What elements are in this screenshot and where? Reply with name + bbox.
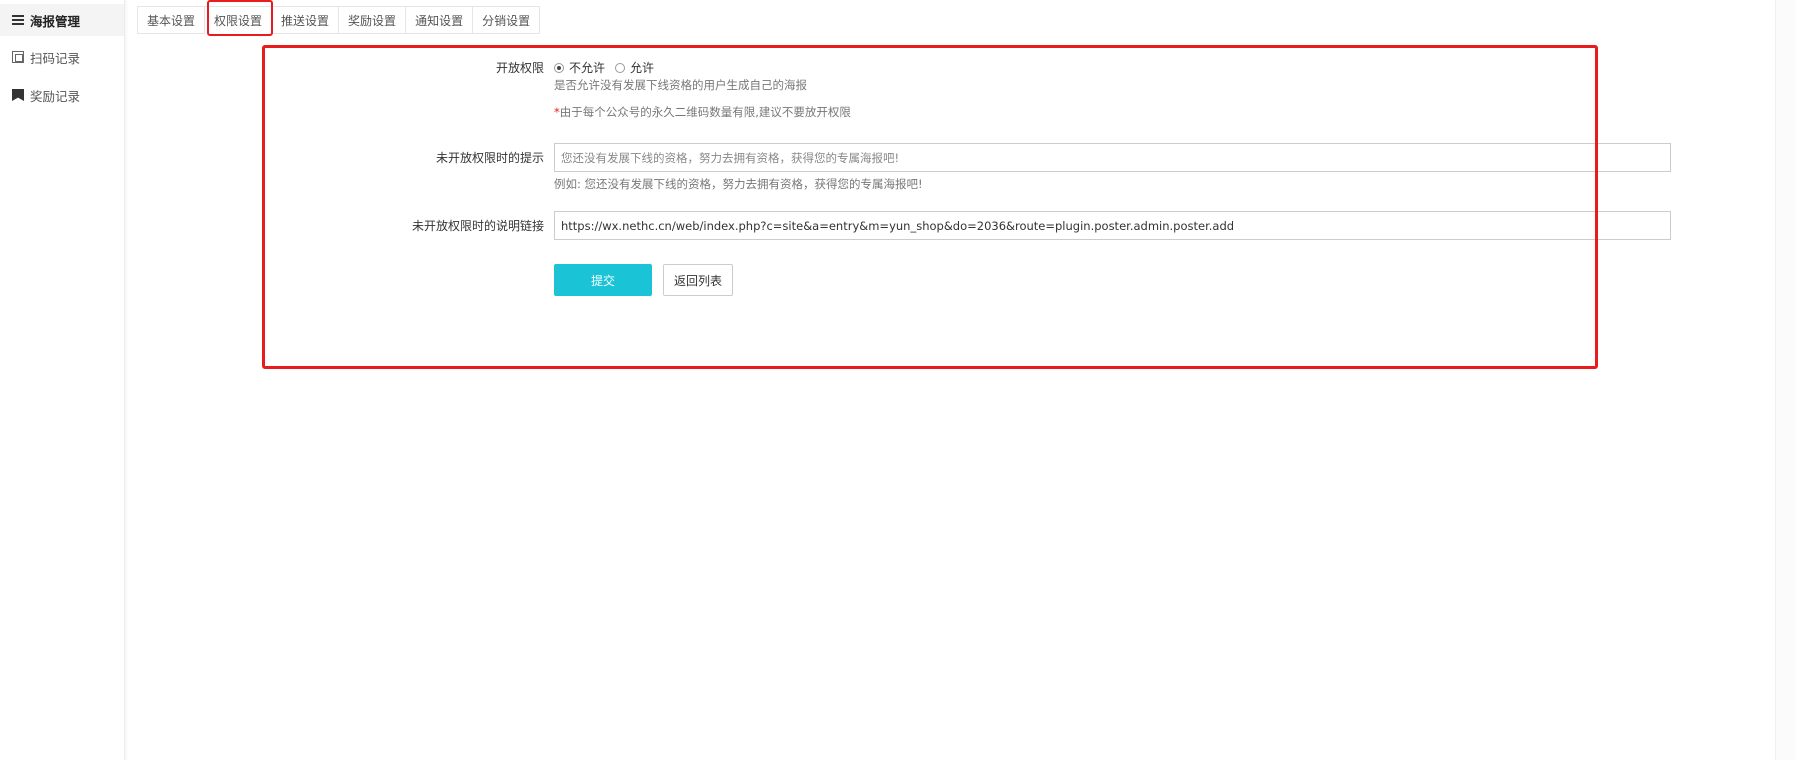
warning-text: 由于每个公众号的永久二维码数量有限,建议不要放开权限: [559, 105, 851, 119]
sidebar-item-label: 扫码记录: [30, 50, 81, 66]
sidebar-item-poster-management[interactable]: 海报管理: [0, 4, 124, 36]
radio-disallow-label: 不允许: [569, 61, 606, 75]
permission-label: 开放权限: [495, 61, 544, 75]
settings-tabs: 基本设置 权限设置 推送设置 奖励设置 通知设置 分销设置: [137, 6, 541, 34]
list-icon: [12, 14, 24, 26]
radio-allow-label: 允许: [630, 61, 655, 75]
radio-disallow-indicator[interactable]: [554, 62, 564, 73]
tip-input[interactable]: [554, 143, 1671, 172]
scrollbar[interactable]: [1775, 0, 1795, 760]
sidebar-item-scan-records[interactable]: 扫码记录: [0, 40, 124, 74]
permission-warning: *由于每个公众号的永久二维码数量有限,建议不要放开权限: [554, 104, 851, 120]
permission-help-text: 是否允许没有发展下线资格的用户生成自己的海报: [554, 78, 807, 92]
tip-help-text: 例如: 您还没有发展下线的资格，努力去拥有资格，获得您的专属海报吧!: [554, 177, 923, 191]
tab-push-settings[interactable]: 推送设置: [272, 6, 340, 34]
link-label: 未开放权限时的说明链接: [411, 219, 544, 233]
bookmark-icon: [12, 89, 24, 101]
sidebar-item-label: 海报管理: [30, 13, 81, 29]
radio-allow-indicator[interactable]: [615, 62, 626, 73]
tab-notification-settings[interactable]: 通知设置: [406, 6, 474, 34]
sidebar-item-label: 奖励记录: [30, 88, 81, 104]
tab-reward-settings[interactable]: 奖励设置: [339, 6, 407, 34]
sidebar-item-reward-records[interactable]: 奖励记录: [0, 78, 124, 112]
radio-allow[interactable]: 允许: [615, 59, 654, 76]
permission-radio-group: 不允许 允许: [554, 59, 664, 76]
submit-button[interactable]: 提交: [554, 264, 652, 296]
radio-disallow[interactable]: 不允许: [554, 59, 605, 76]
tab-permission-settings[interactable]: 权限设置: [205, 6, 273, 34]
tab-basic-settings[interactable]: 基本设置: [137, 6, 206, 34]
main-content: 基本设置 权限设置 推送设置 奖励设置 通知设置 分销设置 开放权限 不允许 允…: [137, 0, 1795, 760]
permission-form: 开放权限 不允许 允许 是否允许没有发展下线资格的用户生成自己的海报 *由于每个…: [262, 45, 1671, 369]
tip-label: 未开放权限时的提示: [435, 151, 544, 165]
back-to-list-button[interactable]: 返回列表: [663, 264, 733, 296]
tab-distribution-settings[interactable]: 分销设置: [473, 6, 541, 34]
link-input[interactable]: [554, 211, 1671, 240]
sidebar: 海报管理 扫码记录 奖励记录: [0, 0, 125, 760]
qrcode-icon: [12, 51, 24, 63]
